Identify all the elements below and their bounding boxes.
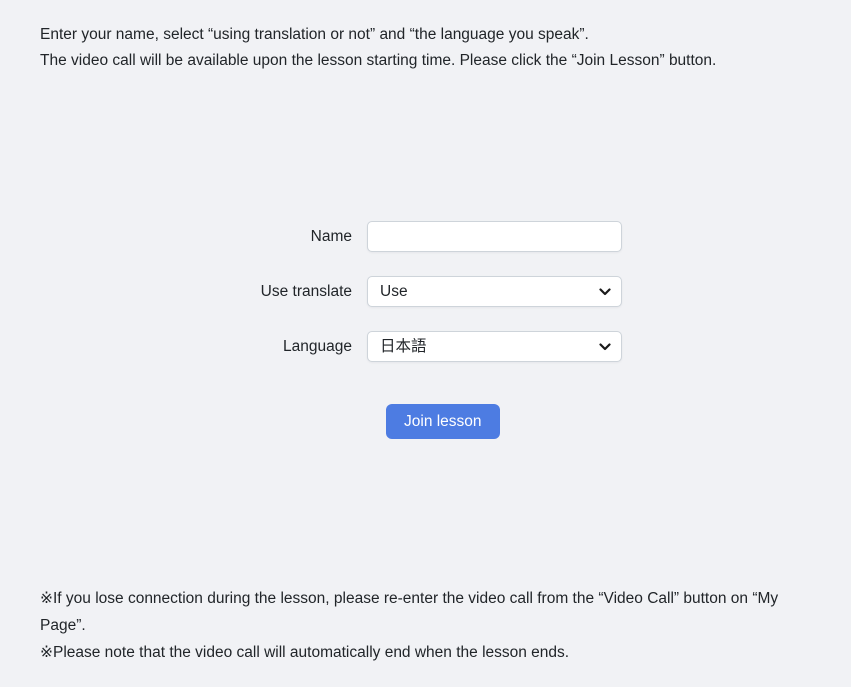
name-label: Name xyxy=(40,228,352,246)
note-reconnect: ※If you lose connection during the lesso… xyxy=(40,585,811,639)
join-lesson-button[interactable]: Join lesson xyxy=(386,404,500,439)
note-auto-end: ※Please note that the video call will au… xyxy=(40,639,811,666)
use-translate-select[interactable]: Use xyxy=(367,276,622,307)
join-lesson-page: Enter your name, select “using translati… xyxy=(0,0,851,687)
instructions-line1: Enter your name, select “using translati… xyxy=(40,22,811,48)
instructions: Enter your name, select “using translati… xyxy=(40,22,811,74)
notes: ※If you lose connection during the lesso… xyxy=(40,585,811,666)
language-select[interactable]: 日本語 xyxy=(367,331,622,362)
language-label: Language xyxy=(40,338,352,356)
join-button-row: Join lesson xyxy=(386,404,811,439)
join-form: Name Use translate Use Language 日本語 xyxy=(40,221,811,439)
use-translate-label: Use translate xyxy=(40,283,352,301)
name-row: Name xyxy=(40,221,811,252)
use-translate-row: Use translate Use xyxy=(40,276,811,307)
name-input[interactable] xyxy=(367,221,622,252)
language-row: Language 日本語 xyxy=(40,331,811,362)
use-translate-select-wrap: Use xyxy=(367,276,622,307)
language-select-wrap: 日本語 xyxy=(367,331,622,362)
instructions-line2: The video call will be available upon th… xyxy=(40,48,811,74)
